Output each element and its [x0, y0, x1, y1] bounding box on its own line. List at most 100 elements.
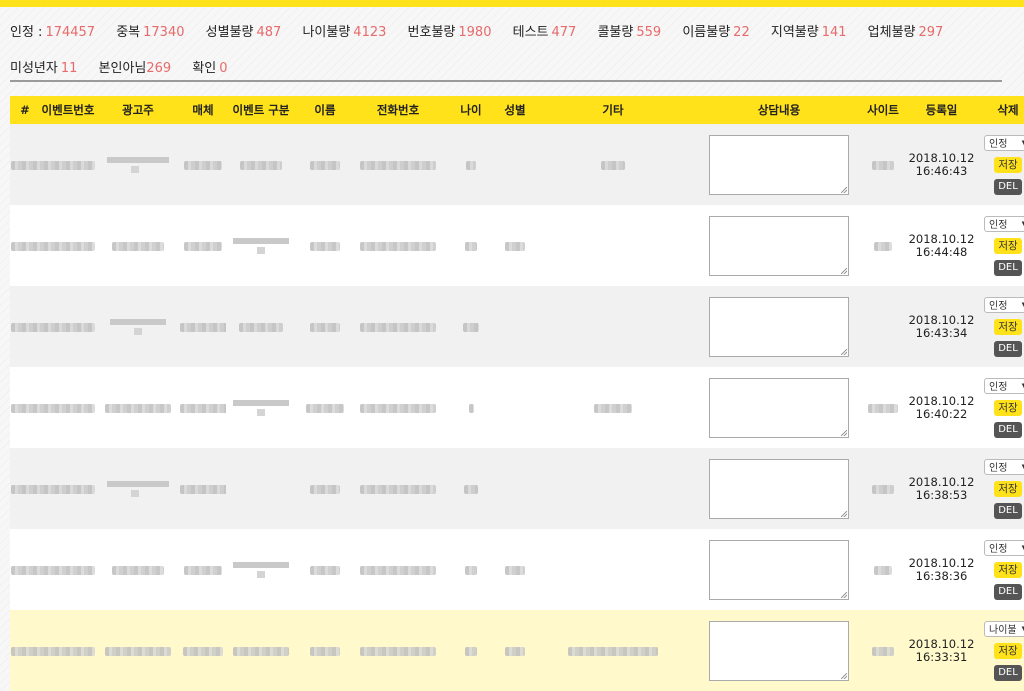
consult-textarea[interactable] [709, 539, 849, 600]
redacted-cell [296, 124, 354, 205]
empty-cell [530, 448, 696, 529]
status-select[interactable]: 인정▼ [984, 539, 1024, 556]
stat-number-invalid[interactable]: 번호불량 1980 [408, 15, 492, 51]
redacted-text [568, 646, 658, 656]
delete-button[interactable]: DEL [994, 259, 1022, 276]
stat-duplicate[interactable]: 중복 17340 [116, 15, 184, 51]
redacted-text [310, 160, 340, 170]
reg-date-cell: 2018.10.12 16:44:48 [904, 205, 979, 286]
reg-date: 2018.10.12 [908, 231, 975, 246]
redacted-text [360, 646, 436, 656]
redacted-text [360, 565, 436, 575]
redacted-text [310, 484, 340, 494]
reg-date-cell: 2018.10.12 16:38:53 [904, 448, 979, 529]
stat-approved[interactable]: 인정 :174457 [10, 15, 95, 51]
col-header-event-no: 이벤트번호 [40, 96, 96, 124]
stat-region-invalid[interactable]: 지역불량 141 [771, 15, 847, 51]
reg-date: 2018.10.12 [908, 636, 975, 651]
reg-date-cell: 2018.10.12 16:40:22 [904, 367, 979, 448]
redacted-cell [96, 124, 180, 205]
save-button[interactable]: 저장 [994, 480, 1022, 497]
redacted-cell [862, 124, 904, 205]
empty-cell [500, 286, 530, 367]
redacted-cell [180, 448, 226, 529]
status-select[interactable]: 인정▼ [984, 296, 1024, 313]
save-button[interactable]: 저장 [994, 318, 1022, 335]
redacted-text [874, 241, 892, 251]
redacted-text [11, 160, 95, 170]
redacted-cell [10, 529, 96, 610]
redacted-cell [500, 529, 530, 610]
save-button[interactable]: 저장 [994, 156, 1022, 173]
save-button[interactable]: 저장 [994, 561, 1022, 578]
consult-textarea[interactable] [709, 377, 849, 438]
consult-textarea[interactable] [709, 458, 849, 519]
col-header-etc: 기타 [530, 96, 696, 124]
col-header-advertiser: 광고주 [96, 96, 180, 124]
save-button[interactable]: 저장 [994, 237, 1022, 254]
consult-textarea[interactable] [709, 296, 849, 357]
save-button[interactable]: 저장 [994, 642, 1022, 659]
consult-textarea[interactable] [709, 620, 849, 681]
actions-cell: 인정▼ 저장 DEL [979, 124, 1024, 205]
col-header-media: 매체 [180, 96, 226, 124]
redacted-text [233, 237, 289, 254]
stat-gender-invalid[interactable]: 성별불량 487 [206, 15, 282, 51]
redacted-text [505, 565, 525, 575]
stat-company-invalid[interactable]: 업체불량 297 [868, 15, 944, 51]
reg-date: 2018.10.12 [908, 312, 975, 327]
redacted-cell [442, 124, 500, 205]
redacted-text [868, 403, 898, 413]
delete-button[interactable]: DEL [994, 178, 1022, 195]
redacted-cell [180, 205, 226, 286]
consult-cell [696, 205, 862, 286]
redacted-text [465, 646, 477, 656]
redacted-cell [96, 529, 180, 610]
stat-age-invalid[interactable]: 나이불량 4123 [302, 15, 386, 51]
status-select[interactable]: 나이불▼ [984, 620, 1024, 637]
consult-cell [696, 529, 862, 610]
redacted-cell [180, 124, 226, 205]
delete-button[interactable]: DEL [994, 664, 1022, 681]
redacted-cell [442, 610, 500, 691]
save-button[interactable]: 저장 [994, 399, 1022, 416]
redacted-cell [442, 367, 500, 448]
redacted-text [107, 156, 169, 173]
status-select[interactable]: 인정▼ [984, 215, 1024, 232]
consult-cell [696, 367, 862, 448]
table-row: 2018.10.1216:46:43 인정▼ 저장 DEL [10, 124, 1024, 205]
table-row: 2018.10.1216:43:34 인정▼ 저장 DEL [10, 286, 1024, 367]
actions-cell: 인정▼ 저장 DEL [979, 448, 1024, 529]
redacted-cell [354, 529, 442, 610]
redacted-text [874, 565, 892, 575]
redacted-text [233, 561, 289, 578]
redacted-text [184, 241, 222, 251]
consult-textarea[interactable] [709, 134, 849, 195]
consult-textarea[interactable] [709, 215, 849, 276]
status-select[interactable]: 인정▼ [984, 377, 1024, 394]
redacted-cell [442, 529, 500, 610]
redacted-text [184, 565, 222, 575]
col-header-consult: 상담내용 [696, 96, 862, 124]
delete-button[interactable]: DEL [994, 340, 1022, 357]
redacted-text [11, 565, 95, 575]
redacted-cell [96, 448, 180, 529]
redacted-text [310, 322, 340, 332]
reg-time: 16:46:43 [915, 163, 968, 178]
stat-name-invalid[interactable]: 이름불량 22 [682, 15, 749, 51]
stat-call-invalid[interactable]: 콜불량 559 [597, 15, 661, 51]
status-select[interactable]: 인정▼ [984, 458, 1024, 475]
redacted-text [112, 565, 164, 575]
redacted-text [310, 646, 340, 656]
redacted-cell [226, 367, 296, 448]
status-select[interactable]: 인정▼ [984, 134, 1024, 151]
stat-test[interactable]: 테스트 477 [513, 15, 577, 51]
redacted-text [105, 403, 171, 413]
delete-button[interactable]: DEL [994, 421, 1022, 438]
delete-button[interactable]: DEL [994, 502, 1022, 519]
redacted-text [360, 241, 436, 251]
delete-button[interactable]: DEL [994, 583, 1022, 600]
redacted-cell [442, 448, 500, 529]
redacted-text [233, 646, 289, 656]
reg-date-cell: 2018.10.12 16:38:36 [904, 529, 979, 610]
